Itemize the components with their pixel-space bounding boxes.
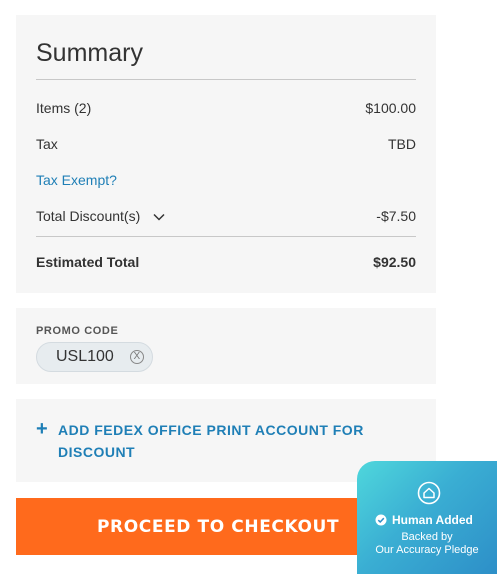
- tax-row: Tax TBD: [36, 136, 416, 152]
- badge-line1: Backed by: [401, 531, 453, 543]
- divider: [36, 236, 416, 237]
- discount-row: Total Discount(s) -$7.50: [36, 208, 416, 224]
- total-label: Estimated Total: [36, 254, 140, 270]
- plus-icon: +: [36, 418, 48, 440]
- items-value: $100.00: [365, 100, 416, 116]
- discount-value: -$7.50: [376, 208, 416, 224]
- items-label: Items (2): [36, 100, 92, 116]
- chevron-down-icon: [153, 212, 165, 222]
- total-row: Estimated Total $92.50: [36, 254, 416, 270]
- discount-toggle[interactable]: Total Discount(s): [36, 208, 165, 224]
- promo-label: PROMO CODE: [36, 325, 119, 337]
- discount-label: Total Discount(s): [36, 208, 141, 224]
- home-badge-icon: [417, 481, 441, 505]
- add-account-link[interactable]: ADD FEDEX OFFICE PRINT ACCOUNT FOR DISCO…: [58, 419, 378, 482]
- summary-card: Summary Items (2) $100.00 Tax TBD Tax Ex…: [16, 15, 436, 293]
- badge-title: Human Added: [392, 513, 473, 527]
- close-circle-icon[interactable]: X: [129, 350, 144, 364]
- tax-exempt-link[interactable]: Tax Exempt?: [36, 172, 416, 188]
- total-value: $92.50: [373, 254, 416, 270]
- check-circle-icon: [375, 514, 387, 526]
- badge-line2: Our Accuracy Pledge: [375, 544, 479, 556]
- accuracy-badge[interactable]: Human Added Backed by Our Accuracy Pledg…: [357, 461, 497, 574]
- badge-title-row: Human Added: [375, 513, 473, 527]
- items-row: Items (2) $100.00: [36, 100, 416, 116]
- promo-code-value: USL100: [56, 348, 114, 365]
- promo-code-chip: USL100 X: [36, 342, 153, 372]
- tax-label: Tax: [36, 136, 58, 152]
- tax-value: TBD: [388, 136, 416, 152]
- promo-card: PROMO CODE USL100 X: [16, 308, 436, 384]
- summary-title: Summary: [36, 15, 416, 80]
